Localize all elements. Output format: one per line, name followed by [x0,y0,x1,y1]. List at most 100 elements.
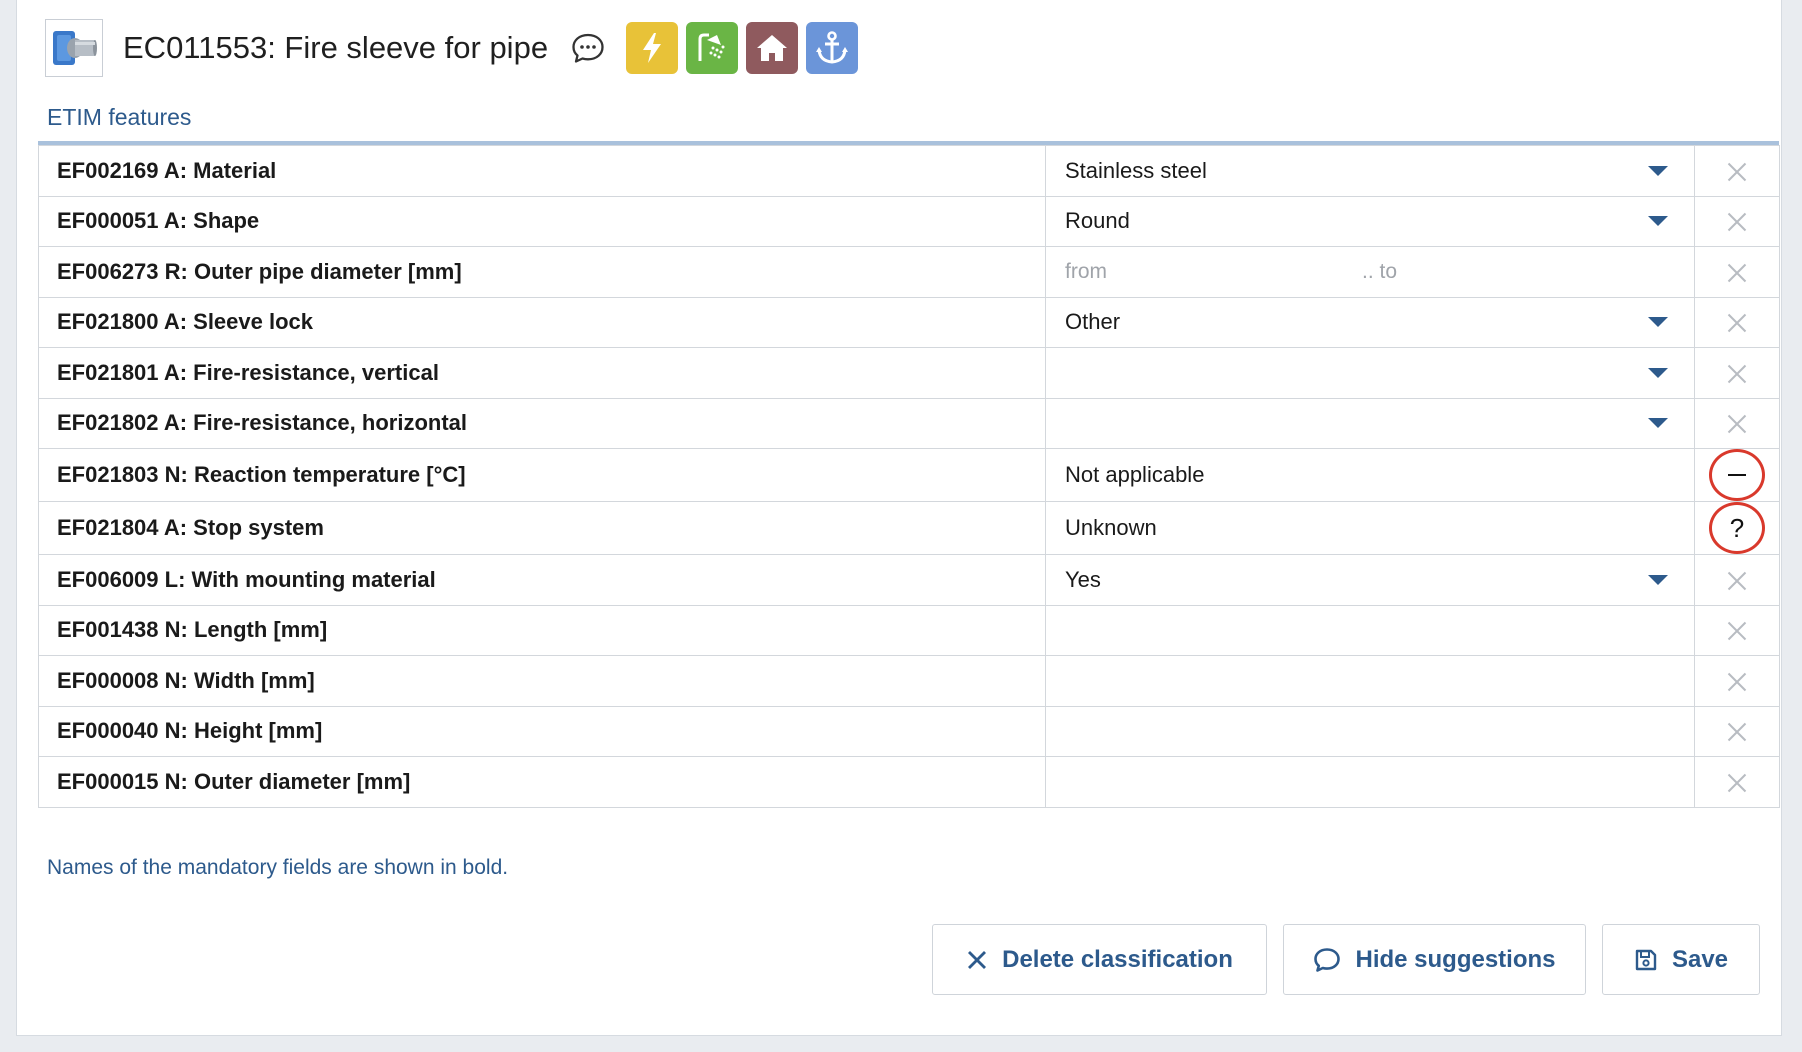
feature-action: ? [1694,501,1780,555]
feature-row: EF000051 A: Shape Round [38,195,1780,247]
clear-icon[interactable] [1725,619,1749,643]
feature-value-input[interactable] [1045,604,1695,656]
clear-icon[interactable] [1725,160,1749,184]
discipline-badges [626,22,859,74]
feature-name: EF000015 N: Outer diameter [mm] [38,756,1046,808]
feature-name: EF001438 N: Length [mm] [38,604,1046,656]
feature-row: EF021800 A: Sleeve lock Other [38,296,1780,348]
page-title: EC011553: Fire sleeve for pipe [123,30,549,65]
clear-icon[interactable] [1725,771,1749,795]
clear-icon[interactable] [1725,569,1749,593]
feature-row: EF021804 A: Stop system Unknown? [38,501,1780,555]
feature-value-select[interactable]: Stainless steel [1045,145,1695,197]
feature-action [1694,246,1780,298]
caret-down-icon[interactable] [1648,367,1668,378]
hide-suggestions-label: Hide suggestions [1355,945,1556,973]
building-badge[interactable] [746,22,799,74]
minus-icon [1728,473,1746,477]
feature-value: Unknown [1065,515,1157,540]
mandatory-note: Names of the mandatory fields are shown … [47,856,509,879]
question-icon: ? [1729,512,1745,543]
feature-row: EF021802 A: Fire-resistance, horizontal [38,397,1780,449]
feature-row: EF021801 A: Fire-resistance, vertical [38,347,1780,399]
clear-icon[interactable] [1725,362,1749,386]
feature-row: EF021803 N: Reaction temperature [°C] Not… [38,448,1780,502]
feature-value-select[interactable] [1045,397,1695,449]
clear-icon[interactable] [1725,311,1749,335]
feature-name: EF006273 R: Outer pipe diameter [mm] [38,246,1046,298]
feature-row: EF006009 L: With mounting material Yes [38,554,1780,606]
feature-value: Yes [1065,566,1101,592]
feature-name: EF021804 A: Stop system [38,501,1046,555]
feature-value-input[interactable] [1045,756,1695,808]
hide-suggestions-button[interactable]: Hide suggestions [1283,924,1586,995]
feature-row: EF002169 A: Material Stainless steel [38,145,1780,197]
feature-name: EF000008 N: Width [mm] [38,655,1046,707]
delete-classification-button[interactable]: Delete classification [932,924,1267,995]
feature-value-input[interactable] [1045,655,1695,707]
features-table: EF002169 A: Material Stainless steel EF000… [38,141,1780,808]
caret-down-icon[interactable] [1648,418,1668,429]
sanitary-badge[interactable] [686,22,739,74]
save-label: Save [1671,945,1729,973]
feature-action [1694,195,1780,247]
feature-action [1694,397,1780,449]
feature-name: EF021802 A: Fire-resistance, horizontal [38,397,1046,449]
feature-action [1694,448,1780,502]
caret-down-icon[interactable] [1648,574,1668,585]
clear-icon[interactable] [1725,210,1749,234]
comment-icon [1313,947,1341,973]
feature-value-select[interactable]: Round [1045,195,1695,247]
installation-badge[interactable] [806,22,859,74]
feature-name: EF000051 A: Shape [38,195,1046,247]
feature-action [1694,145,1780,197]
feature-action [1694,756,1780,808]
lightning-icon [643,33,662,63]
class-thumbnail [45,19,103,77]
classification-panel: EC011553: Fire sleeve for pipe ETIM feat… [16,0,1782,1036]
feature-value-select[interactable]: Yes [1045,554,1695,606]
feature-name: EF021801 A: Fire-resistance, vertical [38,347,1046,399]
save-button[interactable]: Save [1602,924,1760,995]
feature-action [1694,554,1780,606]
close-icon [966,949,988,971]
section-title: ETIM features [47,104,192,130]
not-applicable-button[interactable] [1709,449,1765,501]
feature-name: EF002169 A: Material [38,145,1046,197]
shower-icon [698,33,725,61]
clear-icon[interactable] [1725,412,1749,436]
range-from-input[interactable]: from [1065,260,1107,284]
anchor-icon [816,31,849,64]
feature-value-select[interactable]: Other [1045,296,1695,348]
feature-value: Other [1065,309,1121,335]
feature-action [1694,604,1780,656]
clear-icon[interactable] [1725,720,1749,744]
floppy-disk-icon [1634,948,1658,972]
feature-value-select[interactable] [1045,347,1695,399]
feature-action [1694,705,1780,757]
comment-icon[interactable] [570,30,606,66]
feature-name: EF021803 N: Reaction temperature [°C] [38,448,1046,502]
house-icon [757,35,788,61]
caret-down-icon[interactable] [1648,216,1668,227]
feature-row: EF000015 N: Outer diameter [mm] [38,756,1780,808]
feature-name: EF000040 N: Height [mm] [38,705,1046,757]
feature-action [1694,296,1780,348]
feature-row: EF001438 N: Length [mm] [38,604,1780,656]
feature-action [1694,655,1780,707]
range-to-input[interactable]: .. to [1362,260,1397,284]
caret-down-icon[interactable] [1648,317,1668,328]
unknown-button[interactable]: ? [1709,502,1765,554]
feature-value-input[interactable] [1045,705,1695,757]
range-input: from .. to [1045,246,1695,298]
electrical-badge[interactable] [626,22,679,74]
clear-icon[interactable] [1725,670,1749,694]
feature-action [1694,347,1780,399]
feature-value-input[interactable]: Unknown [1045,501,1695,555]
clear-icon[interactable] [1725,261,1749,285]
caret-down-icon[interactable] [1648,165,1668,176]
feature-name: EF006009 L: With mounting material [38,554,1046,606]
delete-classification-label: Delete classification [1002,945,1233,973]
feature-value-input[interactable]: Not applicable [1045,448,1695,502]
feature-row: EF006273 R: Outer pipe diameter [mm] from… [38,246,1780,298]
